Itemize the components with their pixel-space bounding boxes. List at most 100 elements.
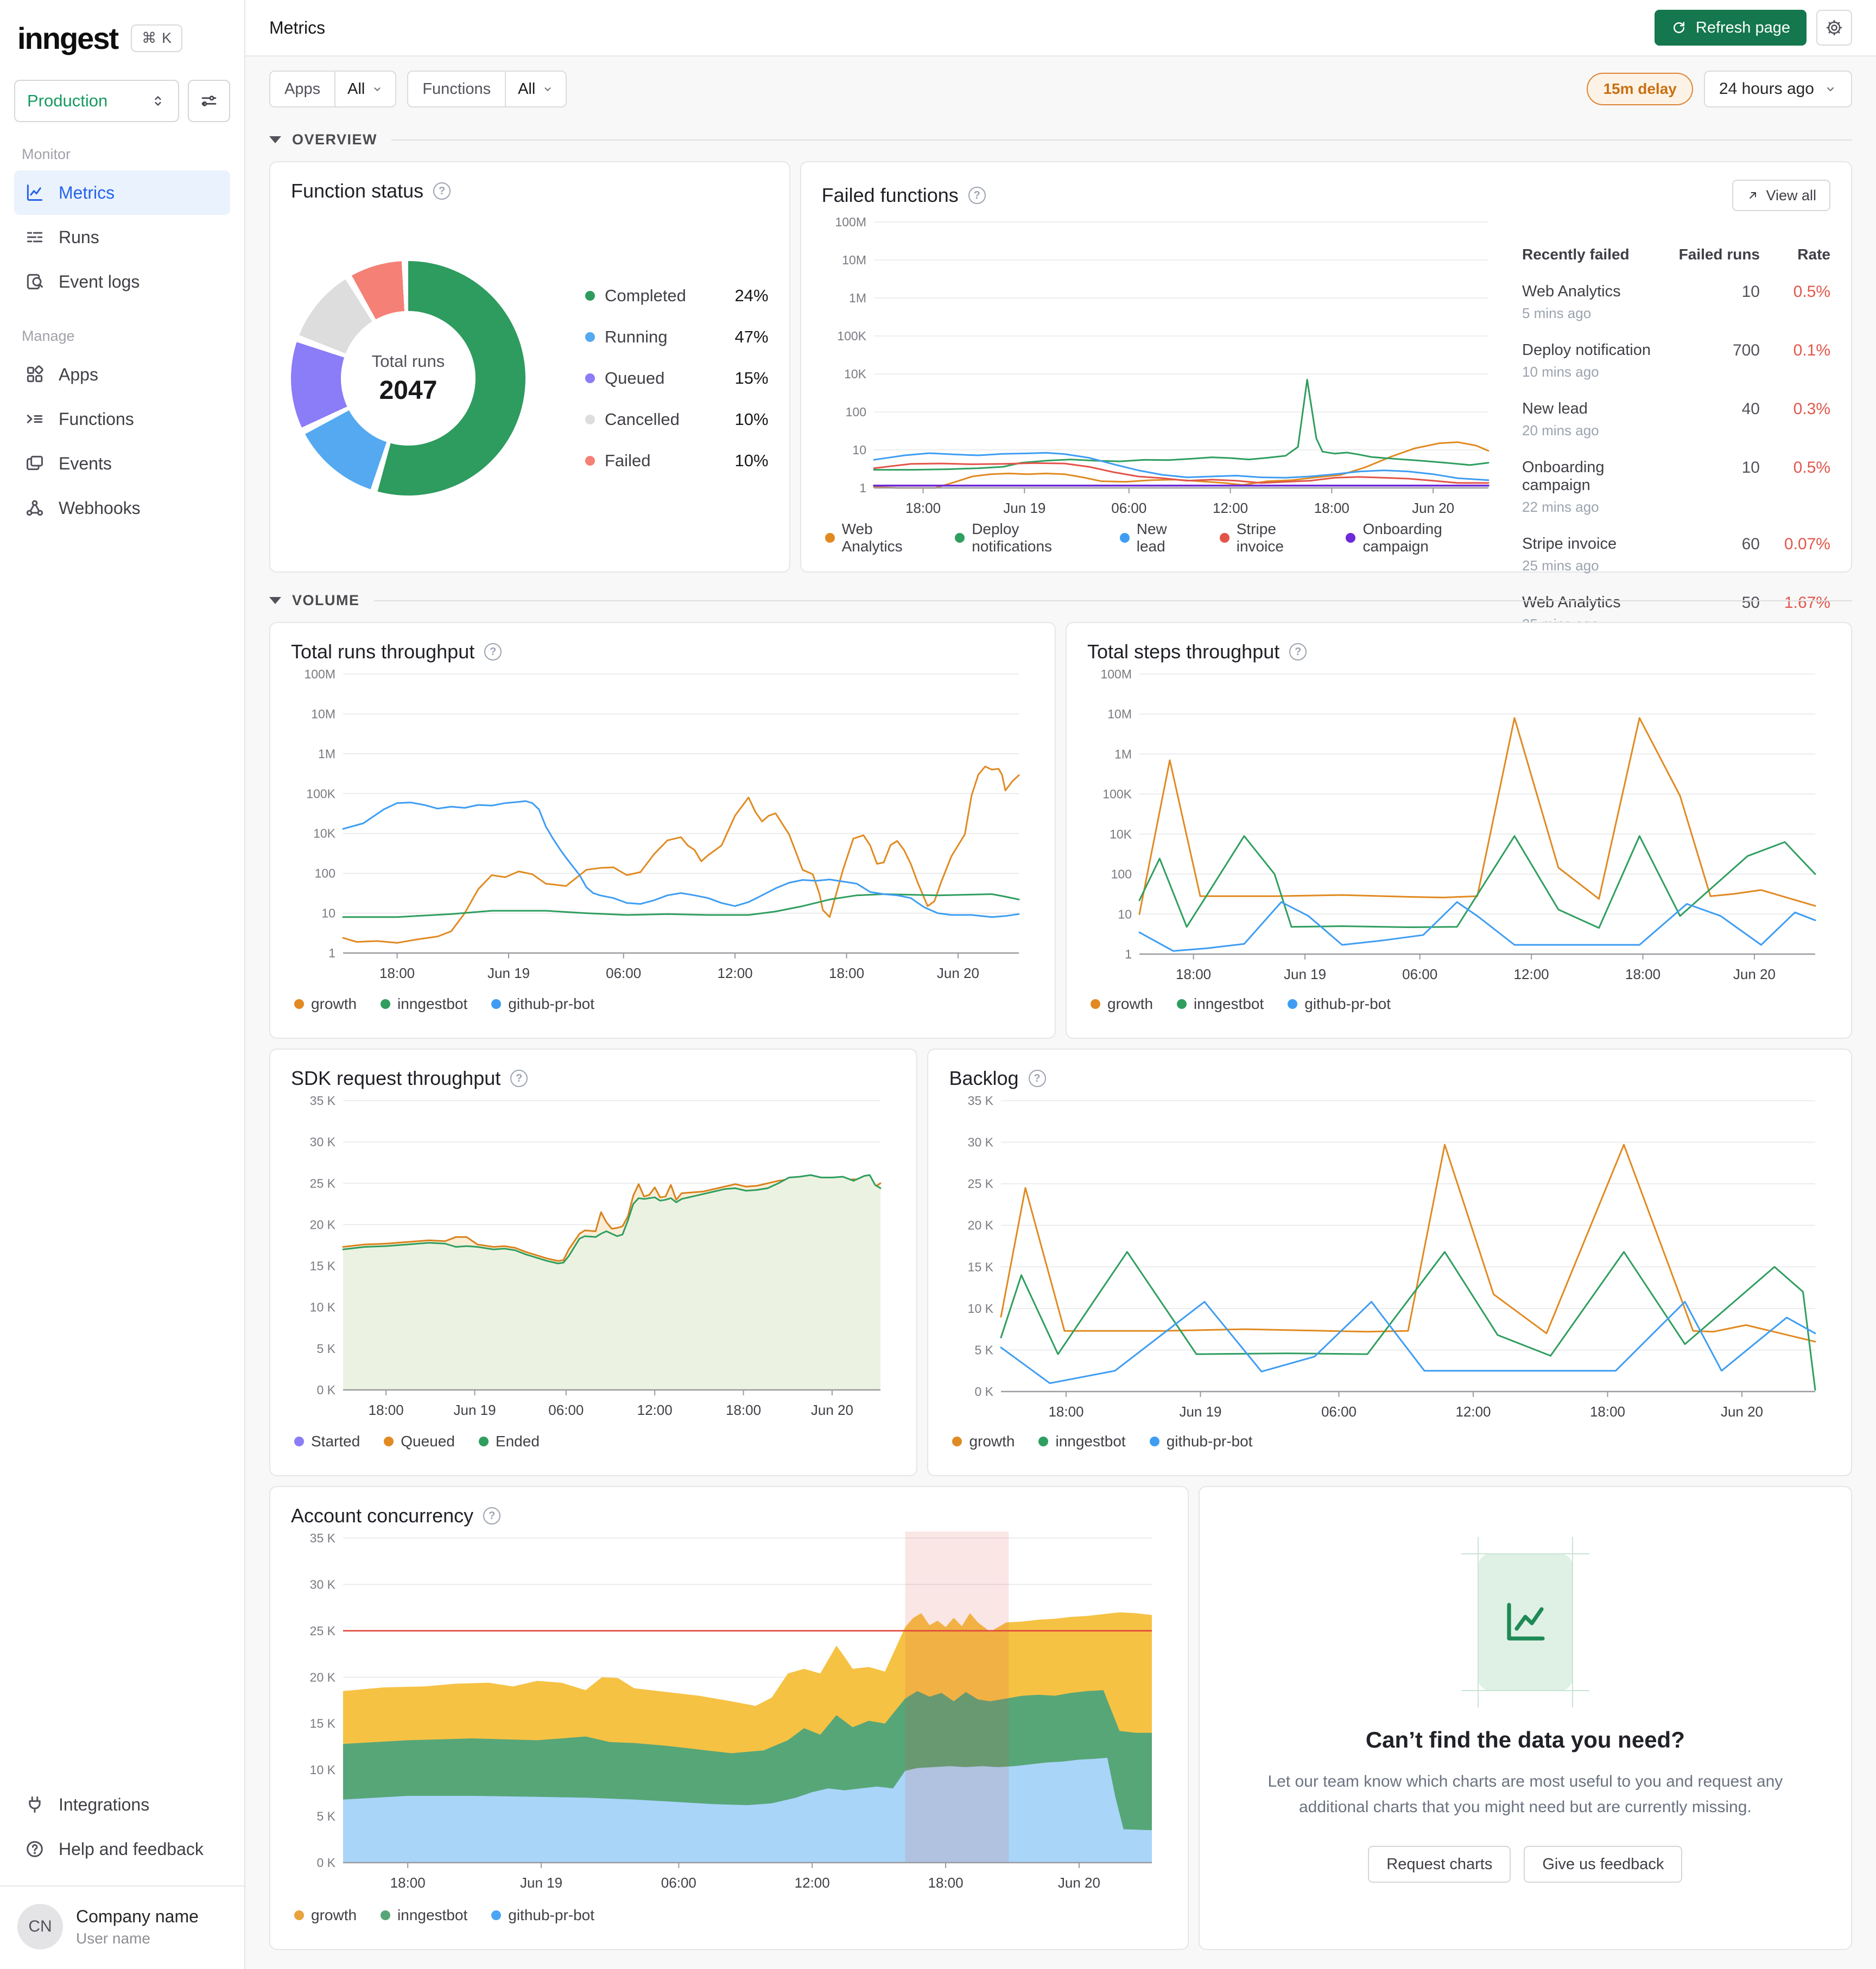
status-legend-item[interactable]: Queued 15%: [585, 369, 769, 388]
svg-text:Jun 19: Jun 19: [454, 1402, 496, 1418]
legend-item[interactable]: inngestbot: [381, 995, 467, 1013]
functions-filter[interactable]: Functions All: [407, 71, 567, 107]
backlog-chart[interactable]: 35 K 30 K 25 K 20 K 15 K 10 K 5 K 0 K 18:00 Jun 1…: [949, 1090, 1830, 1425]
table-row[interactable]: Onboarding campaign 22 mins ago 10 0.5%: [1522, 459, 1830, 516]
sidebar-item-webhooks[interactable]: Webhooks: [14, 486, 230, 530]
status-legend-item[interactable]: Cancelled 10%: [585, 410, 769, 429]
legend-item[interactable]: github-pr-bot: [1149, 1433, 1252, 1450]
sdk-request-chart[interactable]: 35 K 30 K 25 K 20 K 15 K 10 K 5 K 0 K 18:00 Jun 1…: [291, 1090, 896, 1425]
sdk-request-throughput-card: SDK request throughput ? 35 K 30 K 25 K 20 …: [269, 1049, 918, 1476]
environment-select[interactable]: Production: [14, 80, 179, 122]
svg-text:100K: 100K: [837, 329, 866, 343]
legend-label: github-pr-bot: [1304, 995, 1391, 1012]
failed-functions-chart[interactable]: 100M 10M 1M 100K 10K 100 10 1 18:00 Jun 19 06:00 12…: [822, 211, 1504, 522]
legend-item[interactable]: Onboarding campaign: [1346, 520, 1504, 555]
legend-label: Stripe invoice: [1236, 520, 1284, 555]
legend-item[interactable]: Ended: [478, 1433, 540, 1450]
view-all-button[interactable]: View all: [1732, 180, 1830, 211]
refresh-page-button[interactable]: Refresh page: [1654, 10, 1807, 46]
svg-text:1: 1: [1125, 947, 1132, 961]
status-legend-item[interactable]: Failed 10%: [585, 451, 769, 471]
functions-filter-value: All: [518, 80, 536, 98]
legend-dot: [478, 1437, 489, 1446]
sliders-icon: [201, 96, 217, 106]
collapse-triangle-icon[interactable]: [269, 597, 281, 604]
svg-text:10M: 10M: [311, 707, 335, 721]
command-k-shortcut[interactable]: ⌘ K: [131, 24, 183, 52]
failed-functions-card: Failed functions ? View all 100M 10M 1M 100…: [800, 161, 1852, 632]
legend-item[interactable]: Stripe invoice: [1219, 520, 1322, 555]
help-icon[interactable]: ?: [968, 187, 986, 204]
profile-menu[interactable]: CN Company name User name: [14, 1901, 230, 1953]
help-icon[interactable]: ?: [1028, 1070, 1046, 1087]
sidebar-item-event-logs[interactable]: Event logs: [14, 259, 230, 304]
help-icon[interactable]: ?: [484, 643, 502, 660]
legend-item[interactable]: Started: [294, 1433, 360, 1450]
status-legend-item[interactable]: Completed 24%: [585, 286, 769, 306]
legend-item[interactable]: growth: [294, 1907, 357, 1924]
page-title: Metrics: [269, 17, 326, 37]
svg-text:10K: 10K: [1110, 827, 1132, 841]
give-feedback-button[interactable]: Give us feedback: [1524, 1846, 1683, 1883]
legend-item[interactable]: inngestbot: [1177, 995, 1264, 1013]
section-label: VOLUME: [292, 592, 360, 608]
volume-section-header: VOLUME: [269, 592, 1852, 609]
collapse-triangle-icon[interactable]: [269, 136, 281, 143]
help-icon[interactable]: ?: [483, 1507, 501, 1525]
legend-item[interactable]: inngestbot: [1038, 1433, 1126, 1450]
legend-item[interactable]: github-pr-bot: [1288, 995, 1391, 1013]
legend-item[interactable]: github-pr-bot: [491, 1907, 594, 1924]
sidebar-item-help-and-feedback[interactable]: Help and feedback: [14, 1827, 230, 1871]
sidebar-item-integrations[interactable]: Integrations: [14, 1782, 230, 1827]
total-runs-chart[interactable]: 100M 10M 1M 100K 10K 100 10 1 18:00 Jun 19 06:00 12…: [291, 663, 1034, 988]
table-row[interactable]: Deploy notification 10 mins ago 700 0.1%: [1522, 341, 1830, 380]
help-icon[interactable]: ?: [1289, 643, 1307, 660]
help-icon[interactable]: ?: [433, 182, 451, 200]
legend-label: inngestbot: [1055, 1433, 1126, 1450]
legend-label: Running: [605, 327, 668, 346]
svg-text:1M: 1M: [849, 291, 866, 305]
function-status-donut[interactable]: Total runs 2047: [291, 261, 525, 496]
svg-text:0 K: 0 K: [316, 1856, 335, 1870]
time-range-select[interactable]: 24 hours ago: [1703, 71, 1852, 107]
apps-filter-label: Apps: [270, 72, 336, 106]
environment-filter-button[interactable]: [188, 80, 230, 122]
legend-label: Cancelled: [605, 410, 680, 429]
sidebar-item-runs[interactable]: Runs: [14, 215, 230, 259]
table-row[interactable]: Web Analytics 5 mins ago 10 0.5%: [1522, 283, 1830, 322]
chevron-down-icon: [1827, 87, 1834, 92]
chart-legend: growth inngestbot github-pr-bot: [949, 1425, 1830, 1458]
legend-item[interactable]: New lead: [1119, 520, 1196, 555]
account-concurrency-chart[interactable]: 35 K 30 K 25 K 20 K 15 K 10 K 5 K 0 K 18:00 Jun 1…: [291, 1527, 1167, 1899]
legend-dot: [585, 291, 595, 301]
nav-section-label: Manage: [22, 328, 75, 344]
total-steps-chart[interactable]: 100M 10M 1M 100K 10K 100 10 1 18:00 Jun 19 06:00 12…: [1087, 663, 1830, 988]
svg-text:06:00: 06:00: [1321, 1403, 1357, 1420]
request-charts-button[interactable]: Request charts: [1368, 1846, 1511, 1883]
svg-text:10: 10: [321, 906, 335, 920]
legend-item[interactable]: growth: [1091, 995, 1153, 1013]
sidebar-item-apps[interactable]: Apps: [14, 352, 230, 397]
time-range-value: 24 hours ago: [1719, 80, 1814, 98]
legend-item[interactable]: Deploy notifications: [955, 520, 1096, 555]
svg-text:5 K: 5 K: [316, 1342, 335, 1356]
legend-item[interactable]: github-pr-bot: [491, 995, 594, 1013]
svg-text:12:00: 12:00: [1456, 1403, 1491, 1420]
section-label: OVERVIEW: [292, 131, 378, 148]
status-legend-item[interactable]: Running 47%: [585, 327, 769, 347]
table-row[interactable]: Stripe invoice 25 mins ago 60 0.07%: [1522, 535, 1830, 574]
sidebar-item-events[interactable]: Events: [14, 441, 230, 486]
apps-filter[interactable]: Apps All: [269, 71, 397, 107]
table-row[interactable]: New lead 20 mins ago 40 0.3%: [1522, 400, 1830, 439]
svg-text:Jun 20: Jun 20: [811, 1402, 853, 1418]
legend-item[interactable]: Queued: [384, 1433, 455, 1450]
legend-item[interactable]: Web Analytics: [825, 520, 931, 555]
settings-button[interactable]: [1816, 10, 1852, 46]
legend-item[interactable]: growth: [294, 995, 357, 1013]
sidebar-item-metrics[interactable]: Metrics: [14, 170, 230, 215]
sidebar-item-functions[interactable]: Functions: [14, 397, 230, 441]
chevron-down-icon: [374, 87, 381, 91]
legend-item[interactable]: inngestbot: [381, 1907, 467, 1924]
help-icon[interactable]: ?: [510, 1070, 528, 1087]
legend-item[interactable]: growth: [952, 1433, 1015, 1450]
